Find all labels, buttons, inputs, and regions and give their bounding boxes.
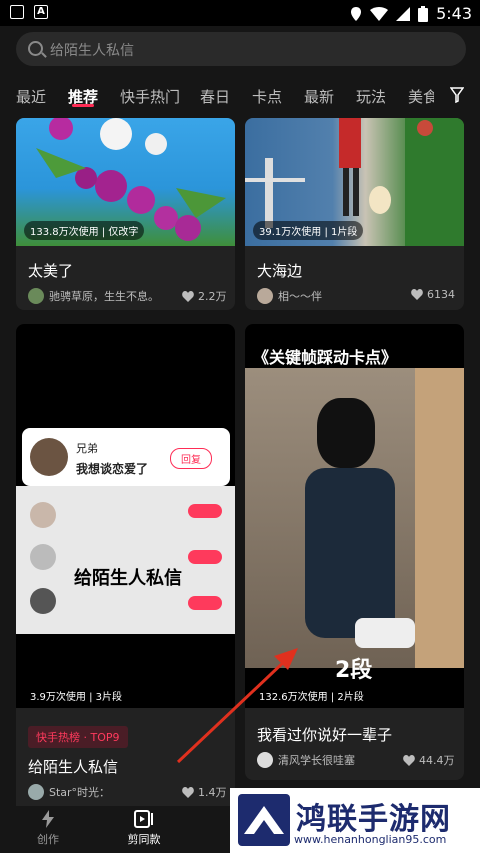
nav-same-style[interactable]: 剪同款 xyxy=(114,810,174,847)
signal-icon xyxy=(396,6,411,21)
filter-button[interactable] xyxy=(434,80,480,112)
watermark-url: www.henanhonglian95.com xyxy=(294,833,447,846)
like-count: 2.2万 xyxy=(182,288,227,304)
like-count: 44.4万 xyxy=(403,752,455,768)
card-author[interactable]: 相～～伴 xyxy=(257,288,322,304)
heart-icon xyxy=(411,289,423,300)
active-tab-indicator xyxy=(72,104,94,107)
likes-value: 1.4万 xyxy=(198,786,227,799)
like-count: 6134 xyxy=(411,288,455,301)
like-count: 1.4万 xyxy=(182,784,227,800)
usage-stats: 133.8万次使用 | 仅改字 xyxy=(24,221,145,240)
avatar xyxy=(28,784,44,800)
template-card[interactable]: 39.1万次使用 | 1片段 大海边 相～～伴 6134 xyxy=(245,118,464,310)
watermark-logo-icon xyxy=(238,794,290,846)
card-title: 太美了 xyxy=(28,262,74,280)
location-icon xyxy=(351,6,362,21)
preview-headline: 《关键帧踩动卡点》 xyxy=(253,348,398,367)
template-card[interactable]: 133.8万次使用 | 仅改字 太美了 驰骋草原，生生不息。 2.2万 xyxy=(16,118,235,310)
clock: 5:43 xyxy=(436,4,472,23)
hot-tag[interactable]: 快手热榜 · TOP9 xyxy=(28,726,128,748)
battery-icon xyxy=(418,5,429,22)
clip-icon xyxy=(134,810,153,828)
author-name: 驰骋草原，生生不息。 xyxy=(49,290,159,303)
watermark-title: 鸿联手游网 xyxy=(296,802,451,837)
preview-badge: 2段 xyxy=(335,658,373,683)
tab-recent[interactable]: 最近 xyxy=(16,86,46,107)
heart-icon xyxy=(182,786,194,798)
status-bar: A 5:43 xyxy=(0,0,480,26)
sender-message: 我想谈恋爱了 xyxy=(76,462,149,476)
notification-icon xyxy=(10,5,24,19)
card-title: 给陌生人私信 xyxy=(28,758,119,776)
nav-create-label: 创作 xyxy=(37,833,59,846)
likes-value: 44.4万 xyxy=(419,754,455,767)
sender-avatar xyxy=(30,438,68,476)
likes-value: 2.2万 xyxy=(198,290,227,303)
tab-spring[interactable]: 春日 xyxy=(200,86,230,107)
heart-icon xyxy=(403,754,415,766)
avatar xyxy=(28,288,44,304)
card-title: 大海边 xyxy=(257,262,303,280)
usage-stats: 39.1万次使用 | 1片段 xyxy=(253,221,364,240)
tab-kuaishou-hot[interactable]: 快手热门 xyxy=(120,86,180,107)
author-name: Star°时光： xyxy=(49,786,111,799)
app-a-icon: A xyxy=(34,5,48,19)
filter-icon xyxy=(450,87,464,103)
tab-latest[interactable]: 最新 xyxy=(304,86,334,107)
avatar xyxy=(257,288,273,304)
search-icon xyxy=(28,41,43,56)
heart-icon xyxy=(182,290,194,302)
usage-stats: 3.9万次使用 | 3片段 xyxy=(24,686,128,705)
site-watermark: 鸿联手游网 www.henanhonglian95.com xyxy=(230,788,480,853)
nav-create[interactable]: 创作 xyxy=(18,810,78,847)
author-name: 相～～伴 xyxy=(278,290,322,303)
card-author[interactable]: Star°时光： xyxy=(28,784,110,800)
card-author[interactable]: 驰骋草原，生生不息。 xyxy=(28,288,159,304)
tab-gameplay[interactable]: 玩法 xyxy=(356,86,386,107)
likes-value: 6134 xyxy=(427,288,455,301)
sender-name: 兄弟 xyxy=(76,442,98,455)
category-tabs: 最近 推荐 快手热门 春日 卡点 最新 玩法 美食 xyxy=(0,80,480,116)
search-bar[interactable]: 给陌生人私信 xyxy=(16,32,466,66)
nav-same-style-label: 剪同款 xyxy=(127,833,161,846)
photo xyxy=(245,368,464,668)
lightning-icon xyxy=(42,810,54,828)
preview-caption: 给陌生人私信 xyxy=(74,568,182,589)
annotation-arrow xyxy=(176,648,298,764)
wifi-icon xyxy=(370,6,389,21)
reply-button: 回复 xyxy=(170,448,212,469)
search-placeholder: 给陌生人私信 xyxy=(50,43,134,59)
tab-beat[interactable]: 卡点 xyxy=(252,86,282,107)
message-popup: 兄弟 我想谈恋爱了 回复 xyxy=(22,428,230,486)
